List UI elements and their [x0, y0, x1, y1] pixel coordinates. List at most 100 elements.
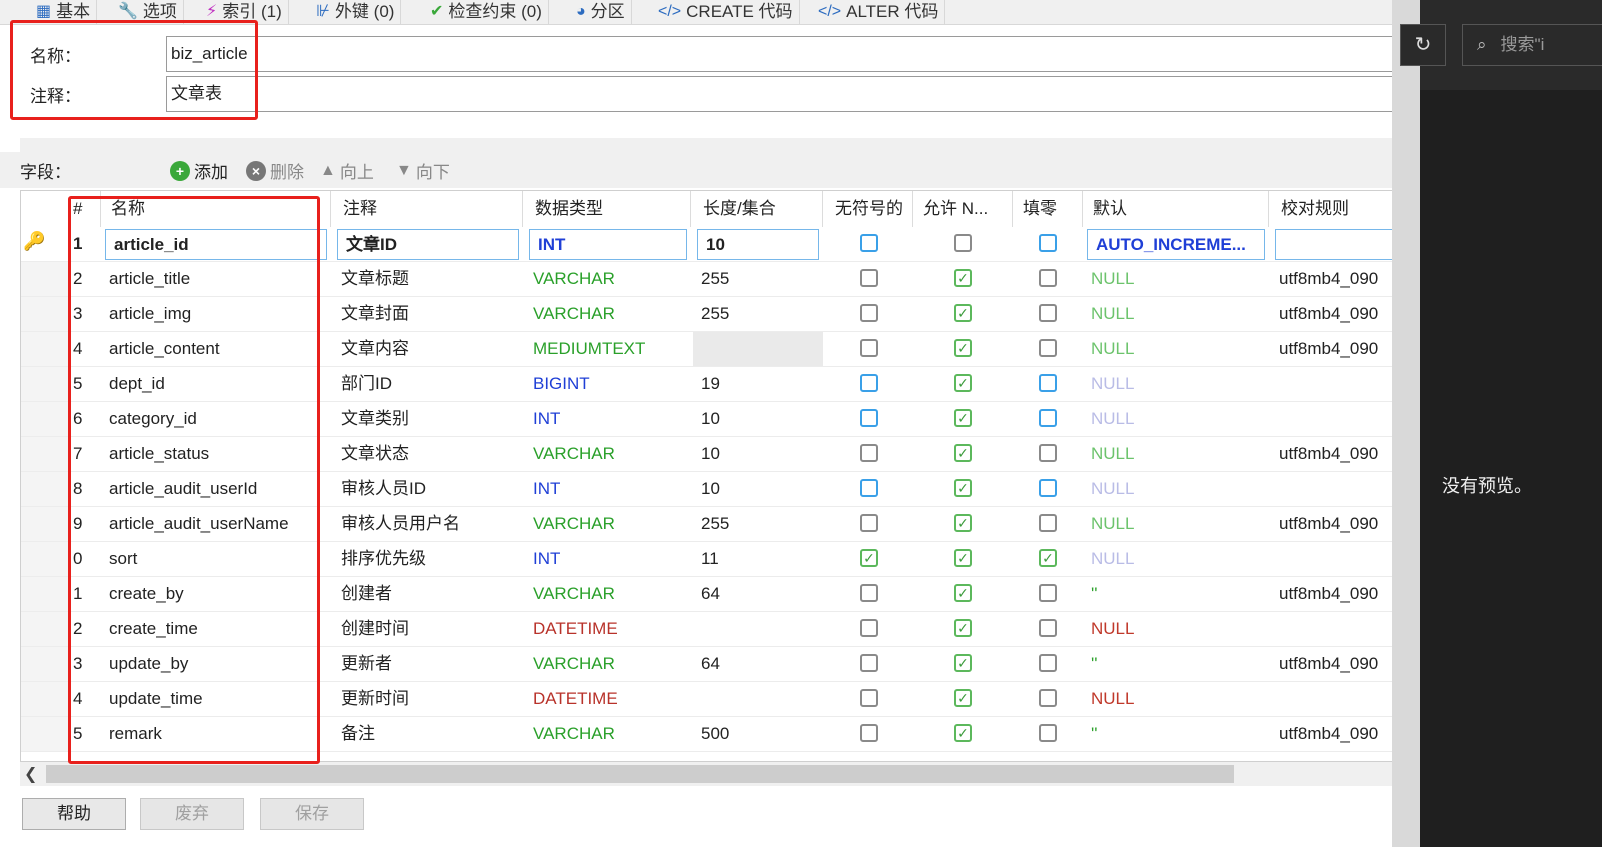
checkbox-unsigned[interactable]: ✓: [860, 549, 878, 567]
checkbox-nullable[interactable]: ✓: [954, 584, 972, 602]
cell-length[interactable]: 255: [693, 507, 823, 541]
cell-type[interactable]: INT: [525, 542, 691, 576]
scroll-left-icon[interactable]: ❮: [24, 764, 37, 784]
tab-7[interactable]: </> CREATE 代码: [652, 0, 800, 24]
cell-length[interactable]: 255: [693, 262, 823, 296]
cell-comment[interactable]: 更新时间: [333, 682, 523, 716]
cell-default[interactable]: '': [1083, 577, 1269, 611]
checkbox-nullable[interactable]: ✓: [954, 514, 972, 532]
cell-type[interactable]: VARCHAR: [525, 262, 691, 296]
cell-default[interactable]: '': [1083, 717, 1269, 751]
cell-default[interactable]: NULL: [1083, 262, 1269, 296]
checkbox-zerofill[interactable]: [1039, 374, 1057, 392]
column-header[interactable]: 长度/集合: [693, 191, 823, 227]
table-comment-input[interactable]: 文章表: [166, 76, 1426, 112]
row-header[interactable]: [21, 297, 71, 331]
cell-comment[interactable]: 审核人员用户名: [333, 507, 523, 541]
checkbox-unsigned[interactable]: [860, 514, 878, 532]
save-button[interactable]: 保存: [260, 798, 364, 830]
column-header[interactable]: 数据类型: [525, 191, 691, 227]
tab-6[interactable]: ◕ 分区: [570, 0, 632, 24]
cell-default[interactable]: NULL: [1083, 612, 1269, 646]
cell-length[interactable]: [693, 332, 823, 366]
column-header[interactable]: 填零: [1013, 191, 1083, 227]
cell-type[interactable]: BIGINT: [525, 367, 691, 401]
row-header[interactable]: [21, 332, 71, 366]
cell-type[interactable]: INT: [525, 472, 691, 506]
cell-length[interactable]: 255: [693, 297, 823, 331]
checkbox-unsigned[interactable]: [860, 339, 878, 357]
row-header[interactable]: [21, 437, 71, 471]
cell-type[interactable]: VARCHAR: [525, 437, 691, 471]
row-header[interactable]: [21, 682, 71, 716]
checkbox-nullable[interactable]: [954, 234, 972, 252]
cell-default[interactable]: NULL: [1083, 402, 1269, 436]
checkbox-nullable[interactable]: ✓: [954, 374, 972, 392]
row-header[interactable]: [21, 507, 71, 541]
checkbox-unsigned[interactable]: [860, 444, 878, 462]
tab-8[interactable]: </> ALTER 代码: [812, 0, 946, 24]
row-header[interactable]: [21, 647, 71, 681]
cell-comment[interactable]: 文章标题: [333, 262, 523, 296]
cell-default[interactable]: '': [1083, 647, 1269, 681]
checkbox-nullable[interactable]: ✓: [954, 444, 972, 462]
cell-comment[interactable]: 文章状态: [333, 437, 523, 471]
cell-type[interactable]: DATETIME: [525, 682, 691, 716]
cell-default[interactable]: NULL: [1083, 542, 1269, 576]
help-button[interactable]: 帮助: [22, 798, 126, 830]
cell-length[interactable]: 11: [693, 542, 823, 576]
checkbox-nullable[interactable]: ✓: [954, 304, 972, 322]
scrollbar-thumb[interactable]: [46, 765, 1234, 783]
column-header[interactable]: 默认: [1083, 191, 1269, 227]
cell-comment[interactable]: 审核人员ID: [333, 472, 523, 506]
checkbox-nullable[interactable]: ✓: [954, 339, 972, 357]
checkbox-unsigned[interactable]: [860, 689, 878, 707]
row-header[interactable]: [21, 577, 71, 611]
tab-5[interactable]: ✔ 检查约束 (0): [424, 0, 549, 24]
cell-comment[interactable]: 创建时间: [333, 612, 523, 646]
row-header[interactable]: [21, 367, 71, 401]
checkbox-unsigned[interactable]: [860, 479, 878, 497]
move-down-button[interactable]: ▼ 向下: [396, 158, 450, 183]
checkbox-unsigned[interactable]: [860, 234, 878, 252]
checkbox-zerofill[interactable]: [1039, 234, 1057, 252]
cell-comment[interactable]: 部门ID: [333, 367, 523, 401]
cell-comment[interactable]: 创建者: [333, 577, 523, 611]
checkbox-zerofill[interactable]: [1039, 584, 1057, 602]
checkbox-nullable[interactable]: ✓: [954, 409, 972, 427]
cell-default[interactable]: NULL: [1083, 437, 1269, 471]
checkbox-nullable[interactable]: ✓: [954, 724, 972, 742]
cell-length[interactable]: 10: [697, 229, 819, 260]
checkbox-zerofill[interactable]: ✓: [1039, 549, 1057, 567]
refresh-icon[interactable]: ↻: [1400, 24, 1446, 66]
cell-type[interactable]: VARCHAR: [525, 297, 691, 331]
cell-length[interactable]: 500: [693, 717, 823, 751]
table-name-input[interactable]: biz_article: [166, 36, 1426, 72]
checkbox-zerofill[interactable]: [1039, 339, 1057, 357]
checkbox-unsigned[interactable]: [860, 724, 878, 742]
column-header[interactable]: 允许 N...: [913, 191, 1013, 227]
checkbox-zerofill[interactable]: [1039, 409, 1057, 427]
checkbox-unsigned[interactable]: [860, 269, 878, 287]
checkbox-unsigned[interactable]: [860, 619, 878, 637]
cell-default[interactable]: NULL: [1083, 297, 1269, 331]
cell-default[interactable]: NULL: [1083, 472, 1269, 506]
cell-default[interactable]: NULL: [1083, 682, 1269, 716]
cell-type[interactable]: DATETIME: [525, 612, 691, 646]
cell-length[interactable]: 10: [693, 472, 823, 506]
checkbox-zerofill[interactable]: [1039, 689, 1057, 707]
cell-comment[interactable]: 文章ID: [337, 229, 519, 260]
discard-button[interactable]: 废弃: [140, 798, 244, 830]
cell-length[interactable]: [693, 682, 823, 716]
checkbox-zerofill[interactable]: [1039, 269, 1057, 287]
checkbox-zerofill[interactable]: [1039, 304, 1057, 322]
cell-length[interactable]: 10: [693, 402, 823, 436]
checkbox-unsigned[interactable]: [860, 584, 878, 602]
checkbox-zerofill[interactable]: [1039, 724, 1057, 742]
cell-type[interactable]: MEDIUMTEXT: [525, 332, 691, 366]
cell-type[interactable]: INT: [525, 402, 691, 436]
cell-type[interactable]: VARCHAR: [525, 577, 691, 611]
move-up-button[interactable]: ▲ 向上: [320, 158, 374, 183]
cell-type[interactable]: VARCHAR: [525, 507, 691, 541]
cell-type[interactable]: VARCHAR: [525, 647, 691, 681]
